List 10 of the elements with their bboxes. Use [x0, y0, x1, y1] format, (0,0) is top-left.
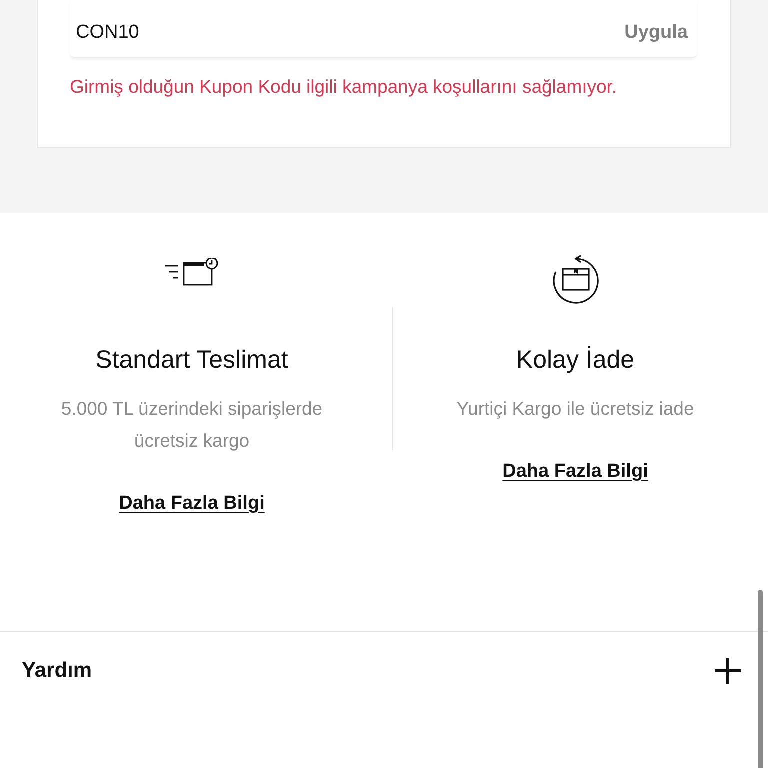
more-info-link[interactable]: Daha Fazla Bilgi — [119, 493, 265, 515]
coupon-error-message: Girmiş olduğun Kupon Kodu ilgili kampanya koşullarını sağlamıyor. — [70, 76, 618, 98]
feature-title: Kolay İade — [515, 345, 636, 375]
apply-button[interactable]: Uygula — [624, 20, 688, 44]
coupon-code-field[interactable]: CON10 — [76, 20, 625, 44]
feature-description: 5.000 TL üzerindeki siparişlerde ücretsiz kargo — [60, 397, 324, 453]
feature-description: Yurtiçi Kargo ile ücretsiz iade — [456, 397, 696, 421]
scrollbar-thumb[interactable] — [758, 590, 763, 768]
feature-title: Standart Teslimat — [94, 345, 290, 375]
more-info-link[interactable]: Daha Fazla Bilgi — [502, 461, 648, 483]
